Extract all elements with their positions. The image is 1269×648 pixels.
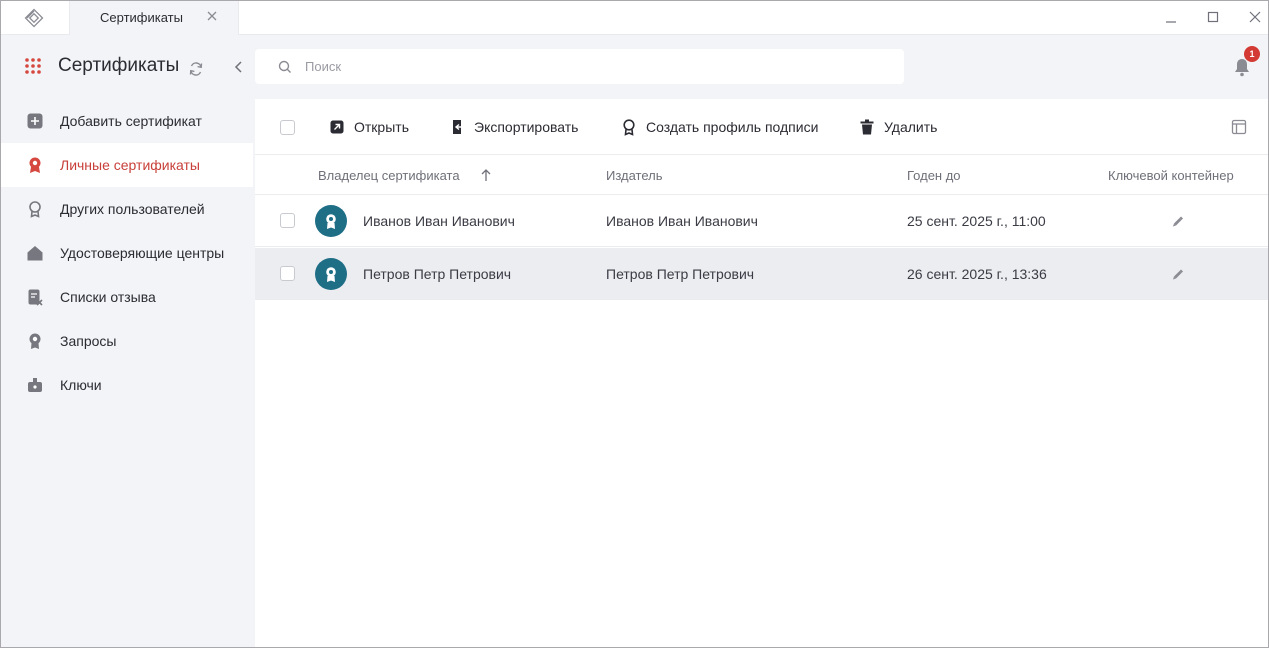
close-icon[interactable] bbox=[204, 8, 220, 24]
column-header-issuer[interactable]: Издатель bbox=[606, 168, 663, 183]
sidebar-item-revocation-lists[interactable]: Списки отзыва bbox=[1, 275, 253, 319]
column-header-key-container[interactable]: Ключевой контейнер bbox=[1108, 168, 1234, 183]
trash-icon bbox=[858, 118, 876, 136]
sidebar-item-add-certificate[interactable]: Добавить сертификат bbox=[1, 99, 253, 143]
home-icon bbox=[26, 244, 44, 262]
table-header: Владелец сертификата Издатель Годен до К… bbox=[255, 155, 1268, 195]
title-bar: Сертификаты bbox=[1, 1, 1268, 35]
column-header-valid-until[interactable]: Годен до bbox=[907, 168, 961, 183]
create-profile-label: Создать профиль подписи bbox=[646, 119, 819, 135]
sidebar-item-keys[interactable]: Ключи bbox=[1, 363, 253, 407]
sidebar-item-certification-authorities[interactable]: Удостоверяющие центры bbox=[1, 231, 253, 275]
issuer-cell: Иванов Иван Иванович bbox=[606, 213, 758, 229]
plus-square-icon bbox=[26, 112, 44, 130]
award-icon bbox=[620, 118, 638, 136]
certificate-avatar-icon bbox=[315, 205, 347, 237]
personal-cert-icon bbox=[26, 156, 44, 174]
column-layout-icon[interactable] bbox=[1231, 119, 1247, 135]
sidebar-item-label: Добавить сертификат bbox=[60, 113, 202, 129]
delete-button[interactable]: Удалить bbox=[858, 117, 937, 137]
sidebar: Сертификаты Добавить сертификат Личные с… bbox=[1, 35, 253, 647]
sidebar-item-requests[interactable]: Запросы bbox=[1, 319, 253, 363]
app-window: Сертификаты Сертификаты Добавить сертифи… bbox=[0, 0, 1269, 648]
toolbar: Открыть Экспортировать Создать профиль п… bbox=[255, 99, 1268, 155]
key-container-icon bbox=[26, 376, 44, 394]
row-checkbox[interactable] bbox=[280, 213, 295, 228]
open-button[interactable]: Открыть bbox=[328, 117, 409, 137]
export-icon bbox=[448, 118, 466, 136]
sidebar-item-other-users[interactable]: Других пользователей bbox=[1, 187, 253, 231]
sidebar-nav: Добавить сертификат Личные сертификаты Д… bbox=[1, 99, 253, 407]
refresh-icon[interactable] bbox=[188, 61, 204, 77]
create-signature-profile-button[interactable]: Создать профиль подписи bbox=[620, 117, 818, 137]
sidebar-header: Сертификаты bbox=[1, 35, 253, 99]
table-row[interactable]: Петров Петр Петрович Петров Петр Петрови… bbox=[255, 248, 1268, 300]
sidebar-item-label: Списки отзыва bbox=[60, 289, 156, 305]
tab-label: Сертификаты bbox=[100, 10, 183, 25]
app-logo-icon bbox=[23, 7, 45, 29]
valid-until-cell: 26 сент. 2025 г., 13:36 bbox=[907, 266, 1047, 282]
search-input[interactable] bbox=[305, 49, 885, 84]
export-label: Экспортировать bbox=[474, 119, 579, 135]
sidebar-item-personal-certificates[interactable]: Личные сертификаты bbox=[1, 143, 253, 187]
notification-count-badge: 1 bbox=[1244, 46, 1260, 62]
column-header-owner[interactable]: Владелец сертификата bbox=[318, 168, 460, 183]
maximize-button[interactable] bbox=[1204, 9, 1222, 27]
valid-until-cell: 25 сент. 2025 г., 11:00 bbox=[907, 213, 1046, 229]
sidebar-item-label: Ключи bbox=[60, 377, 102, 393]
search-icon bbox=[277, 59, 293, 75]
revocation-list-icon bbox=[26, 288, 44, 306]
table-row[interactable]: Иванов Иван Иванович Иванов Иван Иванови… bbox=[255, 195, 1268, 247]
owner-cell: Петров Петр Петрович bbox=[363, 266, 512, 282]
key-link-icon[interactable] bbox=[1171, 267, 1185, 281]
certificate-avatar-icon bbox=[315, 258, 347, 290]
owner-cell: Иванов Иван Иванович bbox=[363, 213, 515, 229]
arrow-up-icon[interactable] bbox=[480, 168, 492, 182]
main-panel: Открыть Экспортировать Создать профиль п… bbox=[255, 99, 1268, 647]
tab-certificates[interactable]: Сертификаты bbox=[69, 1, 239, 35]
sidebar-item-label: Личные сертификаты bbox=[60, 157, 200, 173]
row-checkbox[interactable] bbox=[280, 266, 295, 281]
open-icon bbox=[328, 118, 346, 136]
delete-label: Удалить bbox=[884, 119, 938, 135]
export-button[interactable]: Экспортировать bbox=[448, 117, 578, 137]
minimize-button[interactable] bbox=[1162, 9, 1180, 27]
sidebar-item-label: Других пользователей bbox=[60, 201, 205, 217]
chevron-left-icon[interactable] bbox=[231, 59, 245, 75]
open-label: Открыть bbox=[354, 119, 409, 135]
select-all-checkbox[interactable] bbox=[280, 120, 295, 135]
close-window-button[interactable] bbox=[1246, 9, 1264, 27]
sidebar-item-label: Удостоверяющие центры bbox=[60, 245, 225, 261]
request-icon bbox=[26, 332, 44, 350]
issuer-cell: Петров Петр Петрович bbox=[606, 266, 755, 282]
page-title: Сертификаты bbox=[58, 55, 180, 76]
key-link-icon[interactable] bbox=[1171, 214, 1185, 228]
award-outline-icon bbox=[26, 200, 44, 218]
sidebar-item-label: Запросы bbox=[60, 333, 117, 349]
apps-grid-icon[interactable] bbox=[24, 57, 42, 75]
search-bar bbox=[255, 49, 904, 84]
